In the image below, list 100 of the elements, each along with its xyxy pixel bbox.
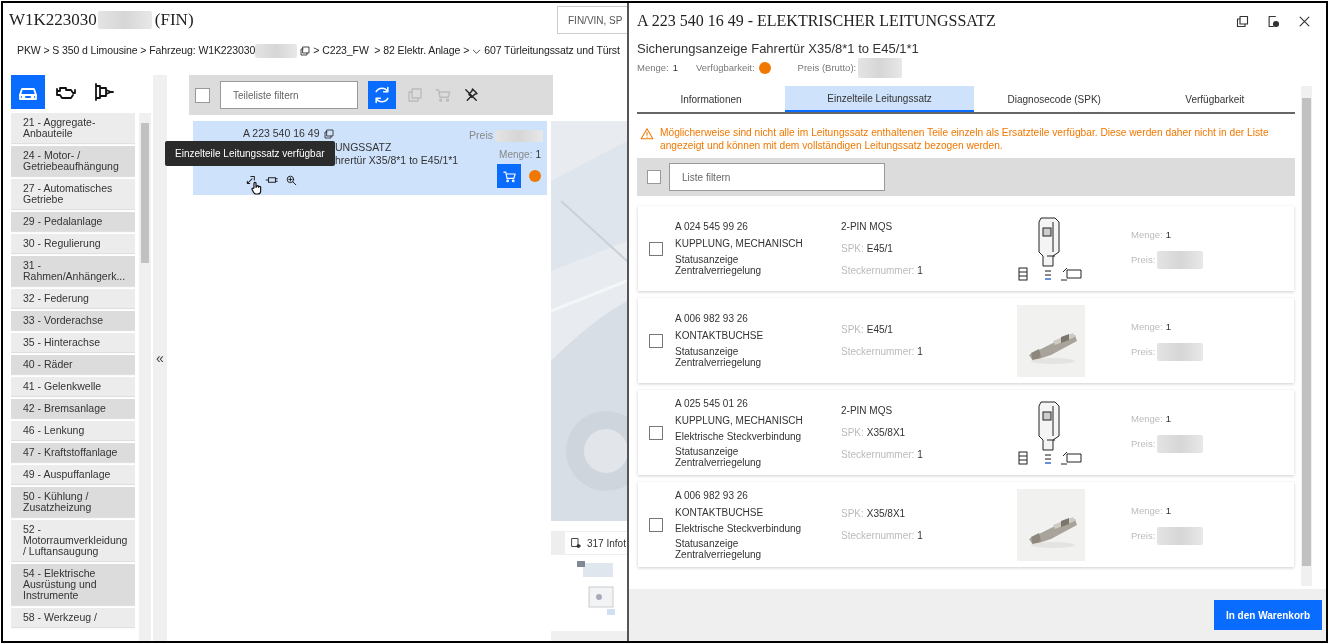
warning-icon bbox=[640, 127, 654, 141]
quantity-label: Menge: bbox=[1131, 412, 1163, 427]
price-label: Preis: bbox=[1131, 344, 1156, 359]
group-item[interactable]: 54 - Elektrische Ausrüstung und Instrumente bbox=[11, 564, 136, 605]
add-to-cart-button[interactable]: In den Warenkorb bbox=[1213, 600, 1322, 630]
quantity-label: Menge: bbox=[499, 148, 533, 162]
quantity-value: 1 bbox=[1165, 504, 1171, 519]
group-item[interactable]: 40 - Räder bbox=[11, 355, 136, 374]
quantity-value: 1 bbox=[535, 148, 541, 162]
breadcrumb-link[interactable]: 607 Türleitungssatz und Türst bbox=[484, 43, 620, 59]
part-note: Statusanzeige Zentralverriegelung bbox=[675, 445, 763, 468]
add-document-icon[interactable] bbox=[1266, 13, 1281, 29]
hand-cursor-icon bbox=[248, 179, 264, 197]
car-tab[interactable] bbox=[11, 75, 45, 109]
breadcrumb-link[interactable]: PKW > S 350 d Limousine > Fahrzeug: W1K223030 bbox=[17, 43, 256, 59]
price-label: Preis bbox=[469, 128, 493, 143]
panel-tab[interactable]: Informationen bbox=[637, 86, 785, 112]
filter-field[interactable]: Teileliste filtern bbox=[220, 81, 358, 109]
group-item[interactable]: 42 - Bremsanlage bbox=[11, 399, 136, 418]
group-item[interactable]: 46 - Lenkung bbox=[11, 421, 136, 440]
quantity-value: 1 bbox=[672, 60, 678, 75]
part-number: A 025 545 01 26 bbox=[675, 397, 749, 410]
plug-number-value: 1 bbox=[917, 345, 923, 359]
spk-label: SPK: bbox=[841, 323, 864, 337]
refresh-button[interactable] bbox=[368, 81, 396, 109]
panel-tab[interactable]: Diagnosecode (SPK) bbox=[974, 86, 1135, 112]
group-item[interactable]: 47 - Kraftstoffanlage bbox=[11, 443, 136, 462]
blurred-value bbox=[97, 11, 152, 29]
viewer-tab[interactable]: 317 Infot bbox=[565, 532, 627, 554]
tooltip: Einzelteile Leitungssatz verfügbar bbox=[165, 141, 335, 166]
blurred-value bbox=[1157, 526, 1204, 545]
part-name: UNGSSATZ bbox=[335, 140, 392, 155]
copy-icon[interactable] bbox=[1235, 13, 1250, 29]
part-checkbox[interactable] bbox=[649, 425, 663, 440]
scrollbar[interactable] bbox=[1301, 86, 1312, 586]
plug-number-value: 1 bbox=[917, 448, 923, 462]
breadcrumb-link[interactable]: > C223_FW > 82 Elektr. Anlage > bbox=[313, 43, 470, 59]
cart-icon bbox=[501, 168, 517, 184]
add-to-cart-button[interactable] bbox=[497, 164, 521, 188]
group-item[interactable]: 21 - Aggregate-Anbauteile bbox=[11, 113, 136, 143]
group-item[interactable]: 35 - Hinterachse bbox=[11, 333, 136, 352]
part-name: KONTAKTBUCHSE bbox=[675, 506, 765, 519]
vin-title: (FIN) bbox=[154, 9, 194, 32]
unpin-icon[interactable] bbox=[462, 86, 480, 104]
group-item[interactable]: 27 - Automatisches Getriebe bbox=[11, 179, 136, 209]
blurred-value bbox=[858, 58, 903, 78]
price-label: Preis: bbox=[1131, 436, 1156, 451]
part-note: Statusanzeige Zentralverriegelung bbox=[675, 254, 763, 276]
copy-icon[interactable] bbox=[322, 127, 335, 140]
part-checkbox[interactable] bbox=[649, 517, 663, 532]
spk-label: SPK: bbox=[841, 242, 864, 256]
collapse-button[interactable]: « bbox=[156, 351, 164, 365]
part-checkbox[interactable] bbox=[649, 241, 663, 256]
part-checkbox[interactable] bbox=[649, 333, 663, 348]
zoom-in-icon[interactable] bbox=[285, 173, 298, 187]
spk-value: X35/8X1 bbox=[866, 426, 906, 440]
panel-tab[interactable]: Einzelteile Leitungssatz bbox=[785, 86, 974, 112]
part-number: A 006 982 93 26 bbox=[675, 489, 749, 502]
group-item[interactable]: 33 - Vorderachse bbox=[11, 311, 136, 330]
group-item[interactable]: 52 - Motorraumverkleidung / Luftansaugung bbox=[11, 520, 136, 561]
quantity-label: Menge: bbox=[1131, 504, 1163, 519]
group-item[interactable]: 24 - Motor- / Getriebeaufhängung bbox=[11, 146, 136, 176]
quantity-value: 1 bbox=[1165, 228, 1171, 243]
select-all-checkbox[interactable] bbox=[647, 170, 661, 184]
part-description: hrertür X35/8*1 to E45/1*1 bbox=[335, 153, 459, 168]
part-note: Statusanzeige Zentralverriegelung bbox=[675, 346, 763, 368]
group-item[interactable]: 41 - Gelenkwelle bbox=[11, 377, 136, 396]
filter-field[interactable]: Liste filtern bbox=[669, 163, 885, 191]
price-label: Preis: bbox=[1131, 252, 1156, 267]
refresh-icon bbox=[372, 85, 392, 105]
warning-badge-icon bbox=[529, 170, 541, 182]
part-name: KUPPLUNG, MECHANISCH bbox=[675, 414, 804, 427]
plug-number-value: 1 bbox=[917, 529, 923, 543]
copy-icon[interactable] bbox=[299, 45, 312, 57]
panel-subtitle: Sicherungsanzeige Fahrertür X35/8*1 to E45/1*1 bbox=[636, 40, 920, 58]
panel-tab[interactable]: Verfügbarkeit bbox=[1134, 86, 1295, 112]
blurred-value bbox=[1157, 342, 1204, 361]
availability-label: Verfügbarkeit: bbox=[696, 60, 755, 75]
quantity-label: Menge: bbox=[637, 60, 669, 75]
scrollbar[interactable] bbox=[139, 113, 151, 641]
vin-title: W1K223030 bbox=[9, 9, 97, 32]
plug-number-value: 1 bbox=[917, 264, 923, 278]
part-number: A 223 540 16 49 bbox=[243, 126, 320, 141]
group-item[interactable]: 58 - Werkzeug / bbox=[11, 608, 136, 627]
plug-number-label: Steckernummer: bbox=[841, 345, 915, 359]
scrollbar[interactable] bbox=[551, 631, 627, 641]
spk-value: E45/1 bbox=[866, 242, 893, 256]
group-item[interactable]: 31 - Rahmen/Anhängerk... bbox=[11, 256, 136, 286]
panel-title: A 223 540 16 49 - ELEKTRISCHER LEITUNGSSATZ bbox=[637, 11, 996, 31]
part-note: Elektrische Steckverbindung bbox=[675, 430, 803, 442]
group-item[interactable]: 32 - Federung bbox=[11, 289, 136, 308]
select-all-checkbox[interactable] bbox=[195, 87, 210, 103]
warning-message: Möglicherweise sind nicht alle im Leitungssatz enthaltenen Teile einzeln als Ersatzteile verfügbar. Diese werden daher nicht in der Liste angezeigt und können mit dem vollständigen Leitungssatz bezogen werden. bbox=[660, 126, 1270, 152]
group-item[interactable]: 49 - Auspuffanlage bbox=[11, 465, 136, 484]
group-item[interactable]: 30 - Regulierung bbox=[11, 234, 136, 253]
price-label: Preis (Brutto): bbox=[797, 60, 857, 75]
group-item[interactable]: 29 - Pedalanlage bbox=[11, 212, 136, 231]
group-item[interactable]: 50 - Kühlung / Zusatzheizung bbox=[11, 487, 136, 517]
search-field[interactable]: FIN/VIN, SP bbox=[557, 6, 627, 34]
part-note: Elektrische Steckverbindung bbox=[675, 522, 803, 534]
